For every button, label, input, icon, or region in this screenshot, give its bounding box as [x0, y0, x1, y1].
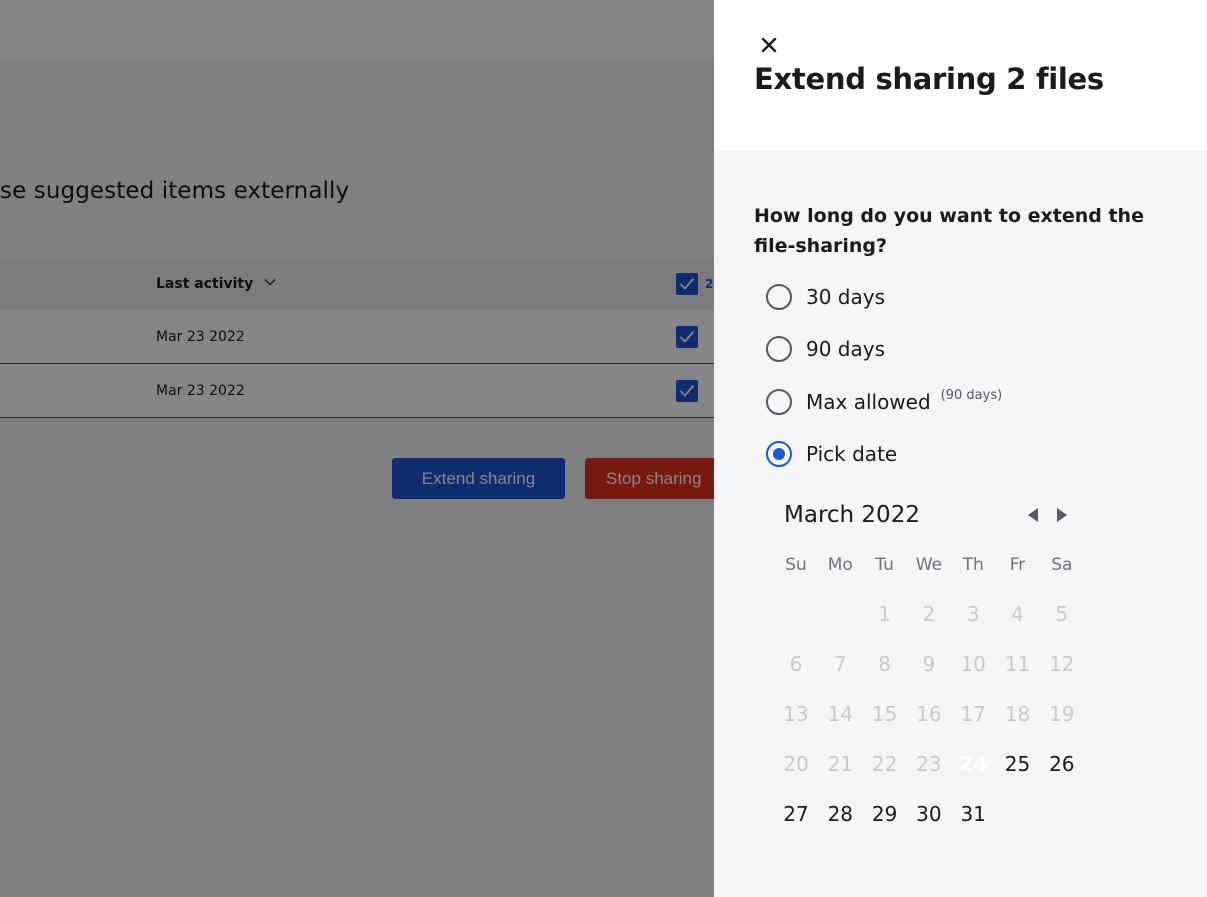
option-note: (90 days) [940, 387, 1003, 403]
weekday-label: Sa [1051, 555, 1073, 575]
calendar-day: 15 [871, 702, 898, 726]
calendar-day[interactable]: 25 [996, 739, 1040, 789]
calendar-weekdays: Su Mo Tu We Th Fr Sa [774, 555, 1084, 579]
calendar-day: 10 [960, 652, 986, 676]
panel-header: Extend sharing 2 files [714, 0, 1207, 151]
calendar-month-label: March 2022 [784, 502, 920, 528]
option-max-allowed[interactable]: Max allowed (90 days) [766, 387, 1002, 417]
calendar-day: 6 [789, 652, 803, 676]
option-90-days[interactable]: 90 days [766, 334, 885, 364]
calendar-day: 5 [1055, 602, 1069, 626]
calendar-day[interactable]: 29 [863, 789, 907, 839]
calendar-day[interactable]: 28 [818, 789, 862, 839]
calendar-day: 17 [960, 702, 986, 726]
calendar-day[interactable]: 31 [951, 789, 995, 839]
extend-sharing-panel: Extend sharing 2 files How long do you w… [714, 0, 1207, 897]
weekday-label: Fr [1009, 555, 1026, 575]
option-30-days[interactable]: 30 days [766, 282, 885, 312]
calendar-day: 3 [966, 602, 980, 626]
calendar-day: 4 [1011, 602, 1024, 626]
radio-button[interactable] [766, 336, 792, 362]
calendar-day: 21 [827, 752, 854, 776]
panel-title: Extend sharing 2 files [754, 62, 1104, 96]
radio-button[interactable] [766, 284, 792, 310]
option-label: Max allowed [806, 390, 931, 414]
close-icon [758, 37, 780, 59]
close-button[interactable] [758, 34, 780, 56]
weekday-label: We [915, 555, 943, 575]
weekday-label: Mo [827, 555, 853, 575]
calendar-day: 9 [922, 652, 936, 676]
radio-button[interactable] [766, 389, 792, 415]
radio-button-selected[interactable] [766, 441, 792, 467]
calendar-day: 22 [871, 752, 898, 776]
option-label: 90 days [806, 337, 886, 361]
calendar-day[interactable]: 30 [907, 789, 951, 839]
triangle-right-icon [1053, 508, 1071, 527]
calendar-day: 14 [827, 702, 854, 726]
weekday-label: Tu [875, 555, 894, 575]
option-label: 30 days [806, 285, 886, 309]
calendar-day[interactable]: 26 [1040, 739, 1084, 789]
calendar-day: 19 [1049, 702, 1075, 726]
triangle-left-icon [1024, 508, 1042, 527]
calendar-days: 1 2 3 4 5 6 7 8 9 10 11 12 13 14 15 16 17 18 19 20 21 22 23 24 2… [774, 589, 1084, 839]
next-month-button[interactable] [1053, 506, 1071, 524]
calendar-day: 13 [783, 702, 809, 726]
calendar-day: 1 [878, 602, 891, 626]
calendar-day-selected[interactable]: 24 [948, 739, 999, 789]
calendar-day: 23 [916, 752, 942, 776]
duration-question: How long do you want to extend the file-… [754, 205, 1144, 257]
calendar-day: 2 [922, 602, 936, 626]
option-label: Pick date [806, 442, 898, 466]
calendar-day: 11 [1004, 652, 1031, 676]
calendar-day: 8 [878, 652, 891, 676]
calendar-day: 20 [783, 752, 809, 776]
calendar-day: 7 [833, 652, 847, 676]
weekday-label: Su [785, 555, 807, 575]
weekday-label: Th [962, 555, 984, 575]
calendar-day[interactable]: 27 [774, 789, 818, 839]
calendar-day: 18 [1004, 702, 1031, 726]
calendar-day: 16 [916, 702, 942, 726]
option-pick-date[interactable]: Pick date [766, 439, 897, 469]
calendar-day: 12 [1049, 652, 1075, 676]
previous-month-button[interactable] [1024, 506, 1042, 524]
